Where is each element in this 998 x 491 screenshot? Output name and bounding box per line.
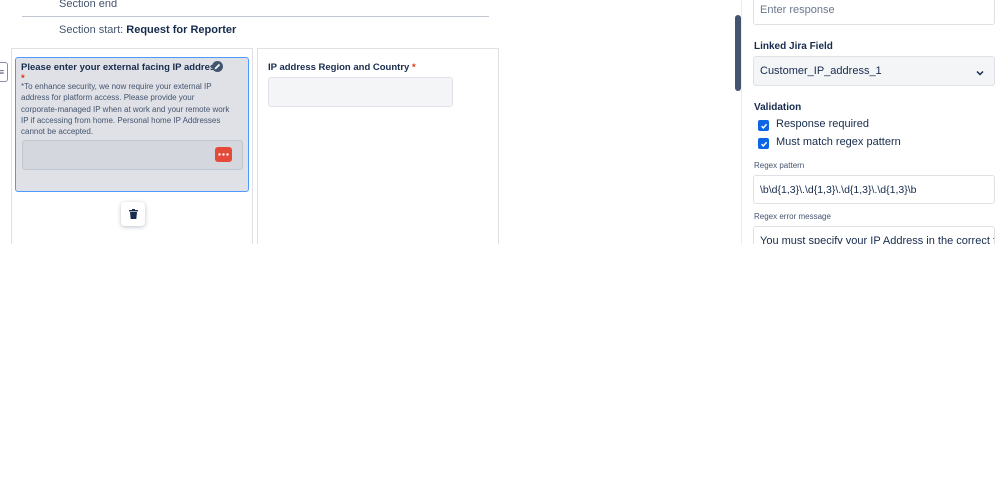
section-divider bbox=[22, 16, 489, 17]
validation-label: Validation bbox=[754, 102, 802, 113]
must-match-regex-checkbox[interactable] bbox=[758, 138, 769, 149]
question2-label-text: IP address Region and Country bbox=[268, 62, 410, 73]
panel-divider bbox=[741, 0, 742, 244]
question-description: *To enhance security, we now require you… bbox=[21, 82, 230, 137]
checkmark-icon bbox=[760, 123, 767, 129]
regex-pattern-label: Regex pattern bbox=[754, 161, 805, 170]
linked-jira-field-label: Linked Jira Field bbox=[754, 41, 833, 52]
section-start-name: Request for Reporter bbox=[126, 24, 237, 36]
section-end-label: Section end bbox=[59, 0, 118, 10]
regex-pattern-input[interactable]: \b\d{1,3}\.\d{1,3}\.\d{1,3}\.\d{1,3}\b bbox=[753, 175, 995, 204]
more-icon[interactable] bbox=[215, 147, 232, 162]
section-start-prefix: Section start: bbox=[59, 24, 124, 36]
section-start-label: Section start: Request for Reporter bbox=[59, 24, 236, 36]
regex-error-label: Regex error message bbox=[754, 212, 831, 221]
required-marker: * bbox=[411, 62, 416, 73]
drag-handle-icon[interactable]: ≡ bbox=[0, 62, 8, 82]
response-required-checkbox[interactable] bbox=[758, 120, 769, 131]
linked-jira-field-select[interactable]: Customer_IP_address_1 bbox=[753, 56, 995, 86]
checkmark-icon bbox=[760, 141, 767, 147]
response-input[interactable]: Enter response bbox=[753, 0, 995, 25]
must-match-regex-label[interactable]: Must match regex pattern bbox=[776, 136, 901, 148]
question-answer-field[interactable] bbox=[22, 140, 243, 170]
pencil-icon[interactable] bbox=[212, 61, 223, 72]
response-required-label[interactable]: Response required bbox=[776, 118, 869, 130]
blank-area bbox=[0, 244, 998, 491]
question2-label: IP address Region and Country * bbox=[268, 62, 416, 73]
question-label-text: Please enter your external facing IP add… bbox=[21, 62, 221, 73]
question2-answer-field[interactable] bbox=[268, 77, 453, 107]
chevron-down-icon[interactable] bbox=[975, 65, 985, 76]
trash-icon[interactable] bbox=[121, 202, 145, 226]
